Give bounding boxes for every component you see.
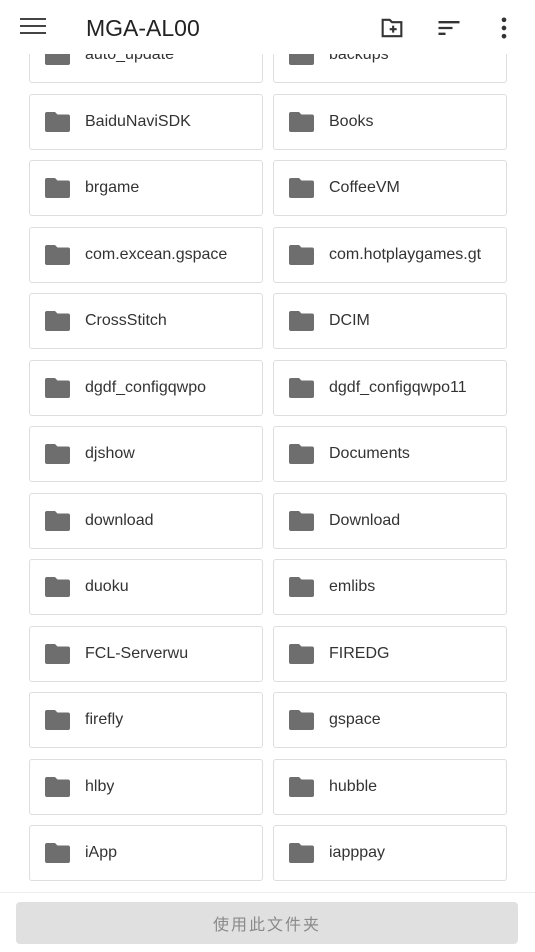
folder-name: iapppay xyxy=(329,844,386,861)
folder-item[interactable]: Download xyxy=(273,492,507,549)
folder-icon xyxy=(289,178,314,198)
folder-item[interactable]: djshow xyxy=(29,426,263,482)
folder-icon xyxy=(289,54,314,65)
new-folder-icon[interactable] xyxy=(378,14,406,42)
folder-item[interactable]: hubble xyxy=(273,758,507,815)
folder-item[interactable]: com.excean.gspace xyxy=(29,226,263,283)
folder-icon xyxy=(45,444,70,464)
folder-name: CoffeeVM xyxy=(329,179,400,196)
folder-item[interactable]: BaiduNaviSDK xyxy=(29,93,263,150)
folder-list[interactable]: auto_update backups BaiduNaviSDK Books brgam… xyxy=(0,54,535,892)
folder-item[interactable]: Documents xyxy=(273,426,507,482)
folder-item[interactable]: hlby xyxy=(29,758,263,815)
folder-icon xyxy=(289,710,314,730)
folder-name: Documents xyxy=(329,445,410,462)
folder-name: DCIM xyxy=(329,312,370,329)
folder-icon xyxy=(289,444,314,464)
folder-name: dgdf_configqwpo11 xyxy=(329,378,467,396)
folder-icon xyxy=(289,577,314,597)
more-vert-icon[interactable] xyxy=(490,14,518,42)
sort-icon[interactable] xyxy=(435,14,463,42)
folder-icon xyxy=(289,377,314,398)
use-this-folder-button[interactable]: 使用此文件夹 xyxy=(16,902,518,944)
folder-icon xyxy=(45,111,70,132)
folder-name: Download xyxy=(329,511,401,529)
app-bar: MGA-AL00 xyxy=(0,0,535,54)
folder-icon xyxy=(289,643,314,664)
folder-name: BaiduNaviSDK xyxy=(85,112,191,130)
folder-item[interactable]: CoffeeVM xyxy=(273,160,507,216)
folder-icon xyxy=(45,776,70,797)
folder-name: emlibs xyxy=(329,578,376,595)
folder-name: backups xyxy=(329,54,389,63)
folder-icon xyxy=(45,377,70,398)
folder-item[interactable]: FCL-Serverwu xyxy=(29,625,263,682)
folder-item[interactable]: DCIM xyxy=(273,293,507,349)
folder-item[interactable]: iapppay xyxy=(273,825,507,881)
page-title: MGA-AL00 xyxy=(86,15,200,41)
folder-item[interactable]: auto_update xyxy=(29,54,263,83)
folder-item[interactable]: iApp xyxy=(29,825,263,881)
folder-name: firefly xyxy=(85,711,124,728)
folder-icon xyxy=(289,244,314,265)
folder-item[interactable]: duoku xyxy=(29,559,263,615)
folder-name: djshow xyxy=(85,445,135,462)
folder-name: dgdf_configqwpo xyxy=(85,378,206,396)
folder-item[interactable]: Books xyxy=(273,93,507,150)
folder-name: duoku xyxy=(85,578,129,595)
folder-icon xyxy=(45,710,70,730)
folder-icon xyxy=(45,311,70,331)
bottom-bar: 使用此文件夹 xyxy=(0,892,535,952)
folder-item[interactable]: firefly xyxy=(29,692,263,748)
folder-item[interactable]: emlibs xyxy=(273,559,507,615)
folder-icon xyxy=(45,510,70,531)
folder-icon xyxy=(45,643,70,664)
folder-icon xyxy=(45,244,70,265)
folder-item[interactable]: gspace xyxy=(273,692,507,748)
folder-icon xyxy=(289,776,314,797)
folder-item[interactable]: com.hotplaygames.gt xyxy=(273,226,507,283)
folder-item[interactable]: backups xyxy=(273,54,507,83)
folder-item[interactable]: download xyxy=(29,492,263,549)
folder-name: CrossStitch xyxy=(85,312,167,329)
folder-icon xyxy=(289,843,314,863)
folder-name: auto_update xyxy=(85,54,174,63)
folder-icon xyxy=(45,178,70,198)
folder-item[interactable]: dgdf_configqwpo xyxy=(29,359,263,416)
folder-item[interactable]: CrossStitch xyxy=(29,293,263,349)
folder-icon xyxy=(45,843,70,863)
folder-item[interactable]: dgdf_configqwpo11 xyxy=(273,359,507,416)
folder-name: FIREDG xyxy=(329,644,390,662)
folder-icon xyxy=(289,311,314,331)
folder-name: brgame xyxy=(85,179,140,196)
folder-icon xyxy=(45,54,70,65)
folder-name: gspace xyxy=(329,711,381,728)
folder-name: download xyxy=(85,511,154,529)
folder-name: com.excean.gspace xyxy=(85,245,228,263)
folder-grid: auto_update backups BaiduNaviSDK Books brgam… xyxy=(29,54,507,892)
folder-name: hubble xyxy=(329,777,378,795)
menu-icon[interactable] xyxy=(20,18,46,38)
folder-name: FCL-Serverwu xyxy=(85,644,189,662)
folder-name: iApp xyxy=(85,844,118,861)
folder-item[interactable]: brgame xyxy=(29,160,263,216)
folder-name: Books xyxy=(329,112,374,130)
folder-icon xyxy=(289,111,314,132)
folder-icon xyxy=(45,577,70,597)
folder-icon xyxy=(289,510,314,531)
folder-item[interactable]: FIREDG xyxy=(273,625,507,682)
folder-name: com.hotplaygames.gt xyxy=(329,245,482,263)
folder-name: hlby xyxy=(85,777,115,795)
